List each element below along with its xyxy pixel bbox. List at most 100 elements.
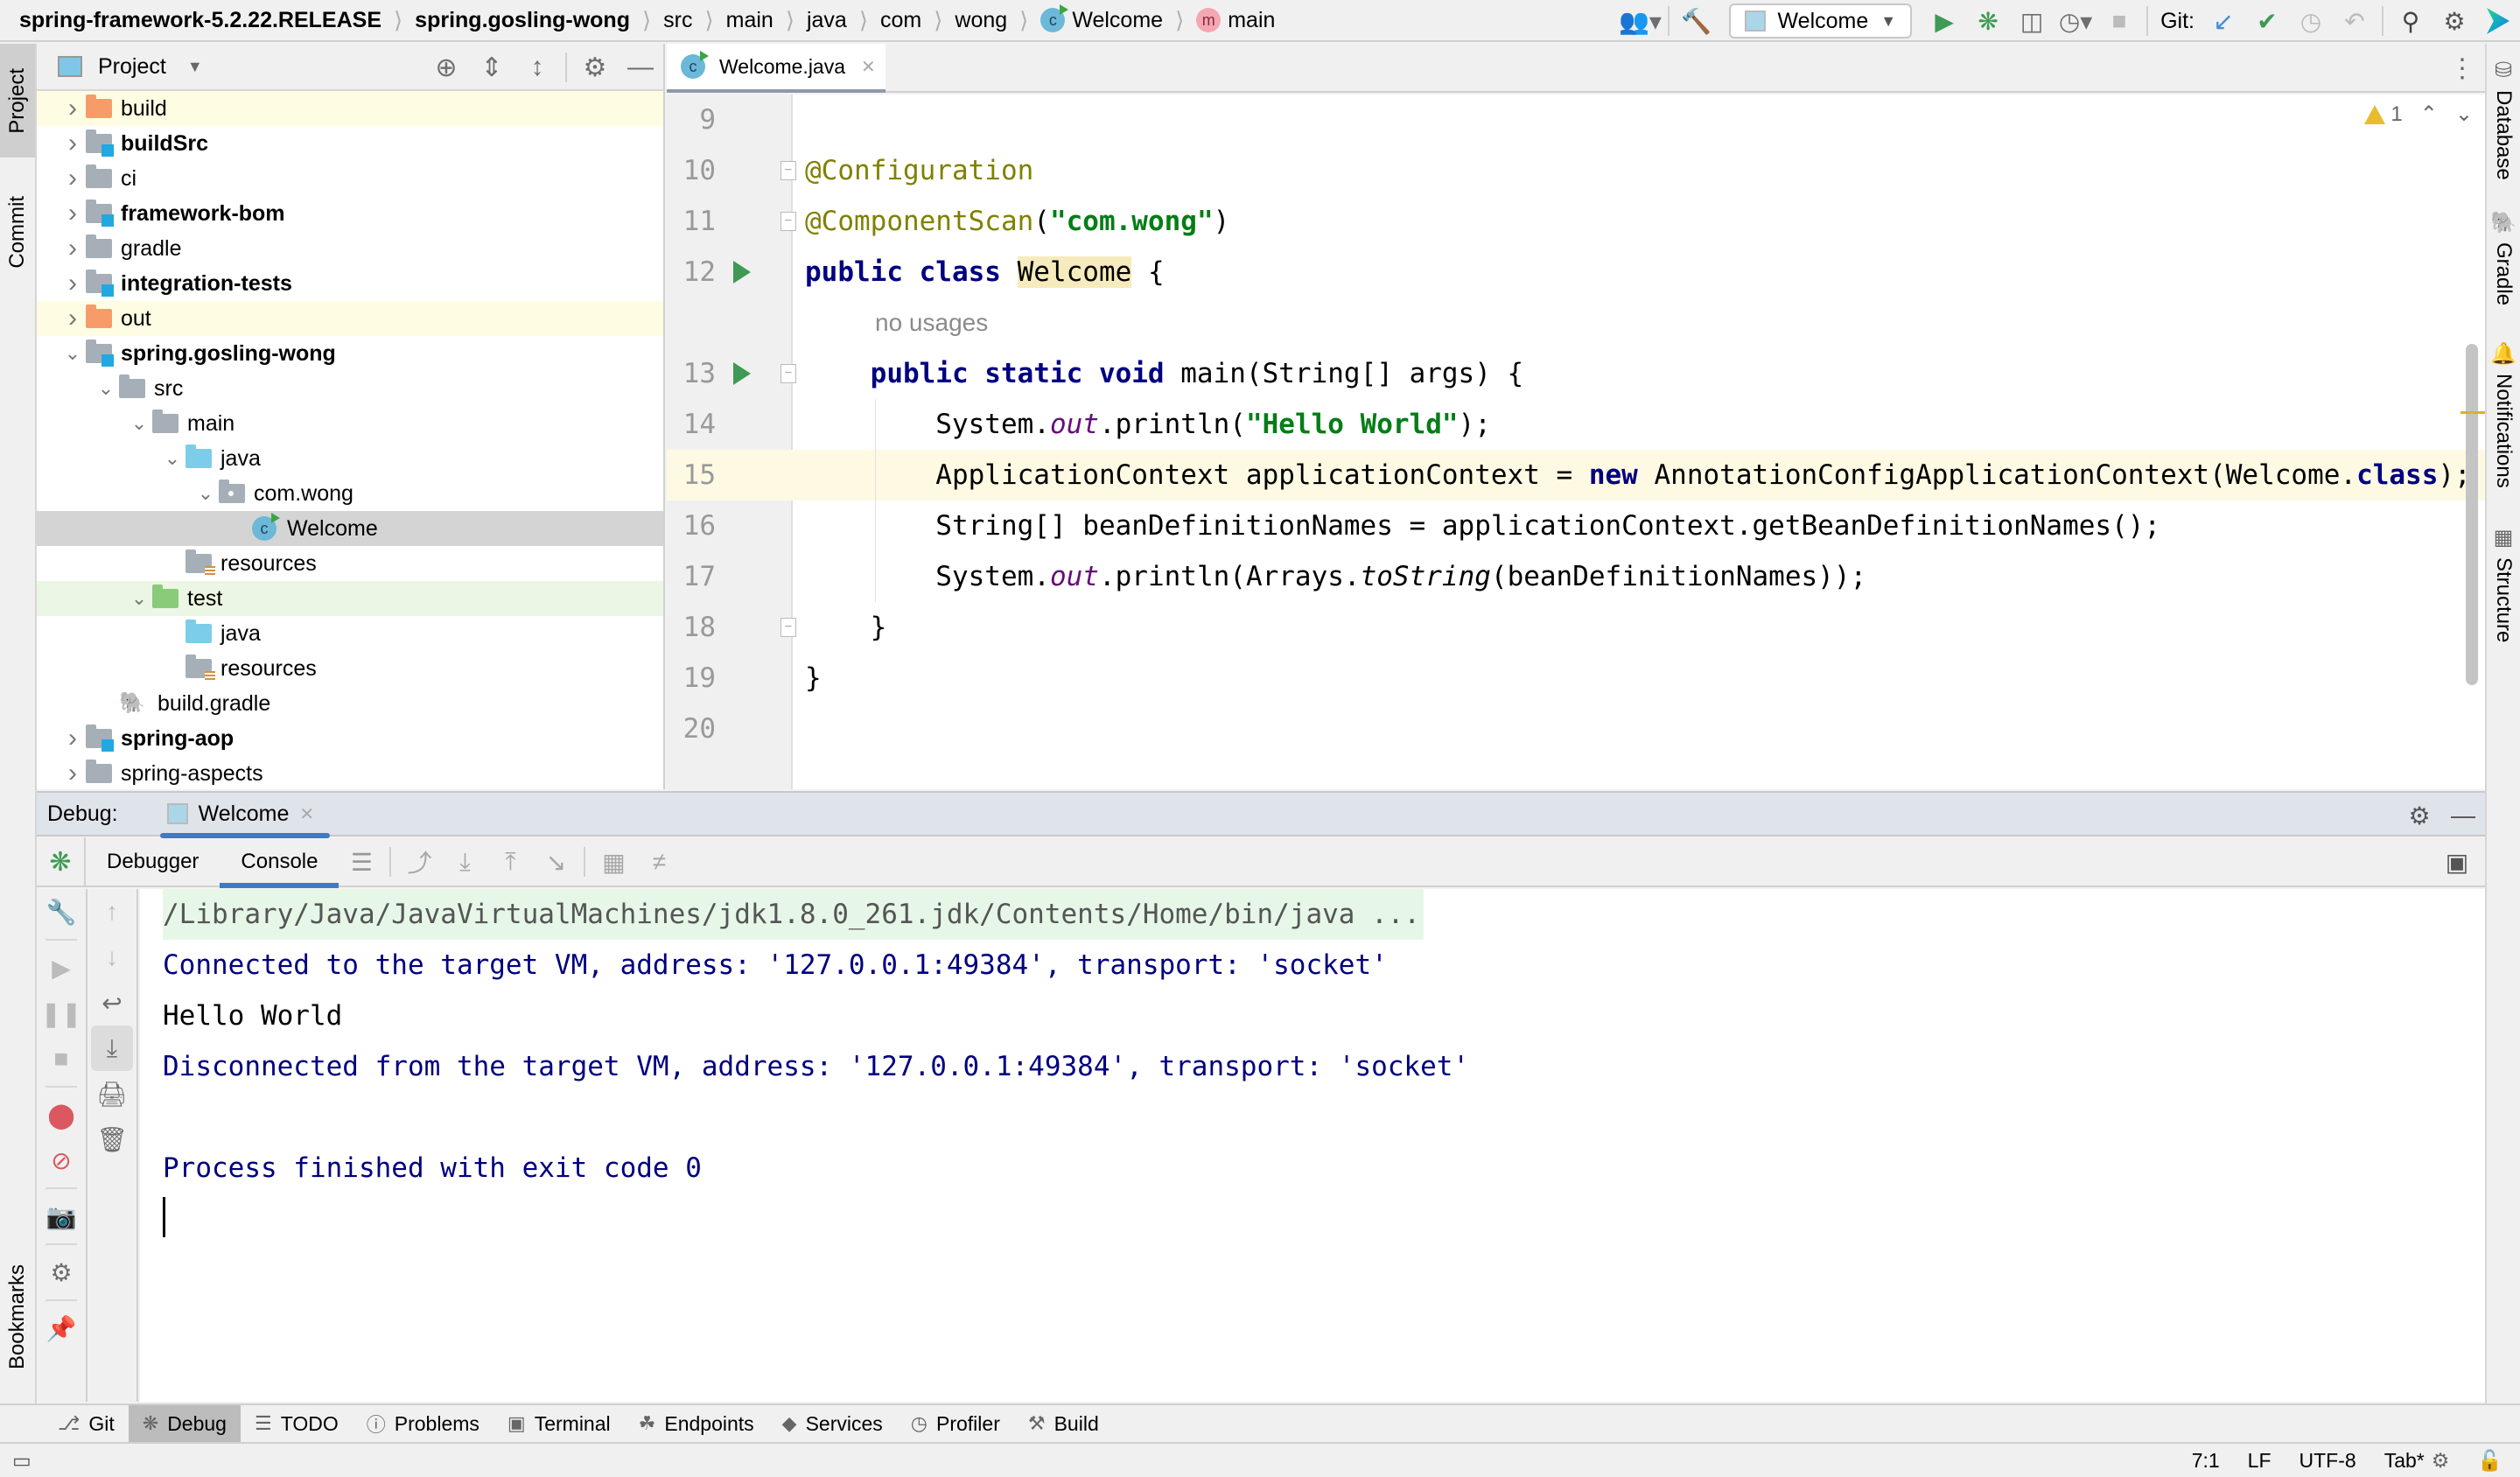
restore-layout-icon[interactable]: ▣ [2434, 837, 2480, 886]
camera-icon[interactable]: 📷 [37, 1194, 86, 1239]
close-icon[interactable]: ✕ [861, 56, 876, 78]
down-arrow-icon[interactable]: ↓ [88, 934, 136, 980]
breadcrumb-item[interactable]: m main [1196, 8, 1275, 33]
up-arrow-icon[interactable]: ↑ [88, 889, 136, 934]
coverage-icon[interactable]: ◫ [2010, 0, 2054, 42]
tree-item[interactable]: › integration-tests [37, 266, 663, 301]
mute-breakpoints-icon[interactable]: ⊘ [37, 1138, 86, 1183]
fold-icon[interactable]: − [780, 212, 796, 231]
tree-item[interactable]: java [37, 616, 663, 651]
stop-icon[interactable]: ■ [2097, 0, 2141, 42]
scroll-to-end-icon[interactable]: ⤓ [91, 1026, 133, 1071]
tool-window-endpoints[interactable]: ☘ Endpoints [625, 1405, 768, 1442]
tree-item[interactable]: resources [37, 651, 663, 686]
jetbrains-logo-icon[interactable] [2476, 0, 2520, 42]
tool-window-notifications[interactable]: 🔔 Notifications [2487, 341, 2520, 488]
print-icon[interactable]: 🖨 [88, 1071, 136, 1116]
debug-icon[interactable]: ❋ [1966, 0, 2010, 42]
settings-icon[interactable]: ⚙ [37, 1250, 86, 1295]
tree-item[interactable]: › build [37, 91, 663, 126]
editor-tab-welcome-java[interactable]: c Welcome.java ✕ [667, 44, 886, 93]
editor-scrollbar[interactable] [2466, 344, 2478, 685]
tree-item[interactable]: › spring-aspects [37, 756, 663, 791]
search-icon[interactable]: ⚲ [2389, 0, 2432, 42]
chevron-right-icon[interactable]: › [60, 199, 86, 228]
tool-window-debug[interactable]: ❋ Debug [128, 1405, 241, 1442]
stop-icon[interactable]: ■ [37, 1036, 86, 1082]
more-options-icon[interactable]: ⋮ [2445, 44, 2480, 93]
run-to-cursor-icon[interactable]: ↘ [533, 837, 578, 886]
settings-icon[interactable]: ⚙ [2432, 0, 2476, 42]
git-history-icon[interactable]: ◷ [2289, 0, 2333, 42]
chevron-down-icon[interactable]: ⌄ [126, 587, 152, 610]
chevron-right-icon[interactable]: › [60, 164, 86, 193]
breadcrumb-item[interactable]: spring-framework-5.2.22.RELEASE [19, 8, 382, 33]
tree-item[interactable]: resources [37, 546, 663, 581]
inspection-widget[interactable]: 1 ⌃ ⌄ [2364, 102, 2473, 127]
tree-item[interactable]: › framework-bom [37, 196, 663, 231]
warning-marker[interactable] [2460, 411, 2485, 414]
wrench-icon[interactable]: 🔧 [37, 889, 86, 934]
run-config-selector[interactable]: Welcome ▼ [1728, 4, 1913, 38]
resume-icon[interactable]: ▶ [37, 945, 86, 990]
lock-open-icon[interactable]: 🔓 [2477, 1449, 2502, 1473]
tool-window-commit[interactable]: Commit [0, 175, 35, 289]
breadcrumb-item[interactable]: src [663, 8, 692, 33]
tree-item[interactable]: ⌄ test [37, 581, 663, 616]
tree-item[interactable]: 🐘 build.gradle [37, 686, 663, 721]
trash-icon[interactable]: 🗑 [88, 1116, 136, 1162]
tree-item[interactable]: c Welcome [37, 511, 663, 546]
tree-item[interactable]: › ci [37, 161, 663, 196]
fold-icon[interactable]: − [780, 161, 796, 180]
line-separator[interactable]: LF [2248, 1449, 2272, 1473]
view-breakpoints-icon[interactable]: ⬤ [37, 1092, 86, 1138]
run-icon[interactable]: ▶ [1922, 0, 1966, 42]
build-hammer-icon[interactable]: 🔨 [1675, 0, 1718, 42]
chevron-right-icon[interactable]: › [60, 94, 86, 123]
chevron-right-icon[interactable]: › [60, 724, 86, 753]
step-into-icon[interactable]: ⤓ [442, 837, 487, 886]
profiler-icon[interactable]: ◷▾ [2054, 0, 2097, 42]
chevron-down-icon[interactable]: ⌄ [159, 447, 186, 470]
tool-window-profiler[interactable]: ◷ Profiler [897, 1405, 1014, 1442]
evaluate-expression-icon[interactable]: ▦ [591, 837, 636, 886]
code-style-icon[interactable]: ⚙ [2432, 1449, 2450, 1473]
tool-window-bookmarks[interactable]: Bookmarks [0, 1242, 35, 1391]
pin-icon[interactable]: 📌 [37, 1306, 86, 1351]
expand-all-icon[interactable]: ⇕ [469, 46, 514, 88]
tool-window-terminal[interactable]: ▣ Terminal [494, 1405, 625, 1442]
chevron-right-icon[interactable]: › [60, 234, 86, 263]
tool-window-problems[interactable]: ⓘ Problems [353, 1405, 494, 1442]
git-update-icon[interactable]: ↙ [2202, 0, 2245, 42]
chevron-down-icon[interactable]: ⌄ [126, 412, 152, 435]
gear-icon[interactable]: ⚙ [572, 46, 618, 88]
tool-window-project[interactable]: Project [0, 44, 35, 158]
tree-item[interactable]: ⌄ com.wong [37, 476, 663, 511]
breadcrumb-item[interactable]: java [807, 8, 847, 33]
tool-window-structure[interactable]: ▦ Structure [2487, 525, 2520, 642]
run-gutter-icon[interactable] [733, 261, 751, 284]
locate-file-icon[interactable]: ⊕ [424, 46, 469, 88]
tree-item[interactable]: › out [37, 301, 663, 336]
tree-item[interactable]: › spring-aop [37, 721, 663, 756]
git-commit-icon[interactable]: ✔ [2245, 0, 2289, 42]
breadcrumb-item[interactable]: c Welcome [1040, 4, 1163, 33]
tree-item[interactable]: ⌄ spring.gosling-wong [37, 336, 663, 371]
chevron-down-icon[interactable]: ⌄ [93, 377, 119, 400]
tool-window-todo[interactable]: ☰ TODO [241, 1405, 353, 1442]
debug-session-tab[interactable]: Welcome ✕ [151, 791, 331, 838]
tree-item[interactable]: ⌄ java [37, 441, 663, 476]
breadcrumb-item[interactable]: wong [955, 8, 1007, 33]
tab-debugger[interactable]: Debugger [86, 837, 220, 886]
caret-position[interactable]: 7:1 [2192, 1449, 2220, 1473]
tool-window-git[interactable]: ⎇ Git [44, 1405, 129, 1442]
indent-setting[interactable]: Tab* [2384, 1449, 2425, 1473]
tree-item[interactable]: › gradle [37, 231, 663, 266]
chevron-right-icon[interactable]: › [60, 269, 86, 298]
chevron-right-icon[interactable]: › [60, 304, 86, 333]
tab-console[interactable]: Console [220, 837, 340, 888]
git-rollback-icon[interactable]: ↶ [2333, 0, 2376, 42]
breadcrumb-item[interactable]: main [726, 8, 774, 33]
soft-wrap-icon[interactable]: ↩ [88, 980, 136, 1026]
collapse-all-icon[interactable]: ↕ [514, 46, 560, 88]
